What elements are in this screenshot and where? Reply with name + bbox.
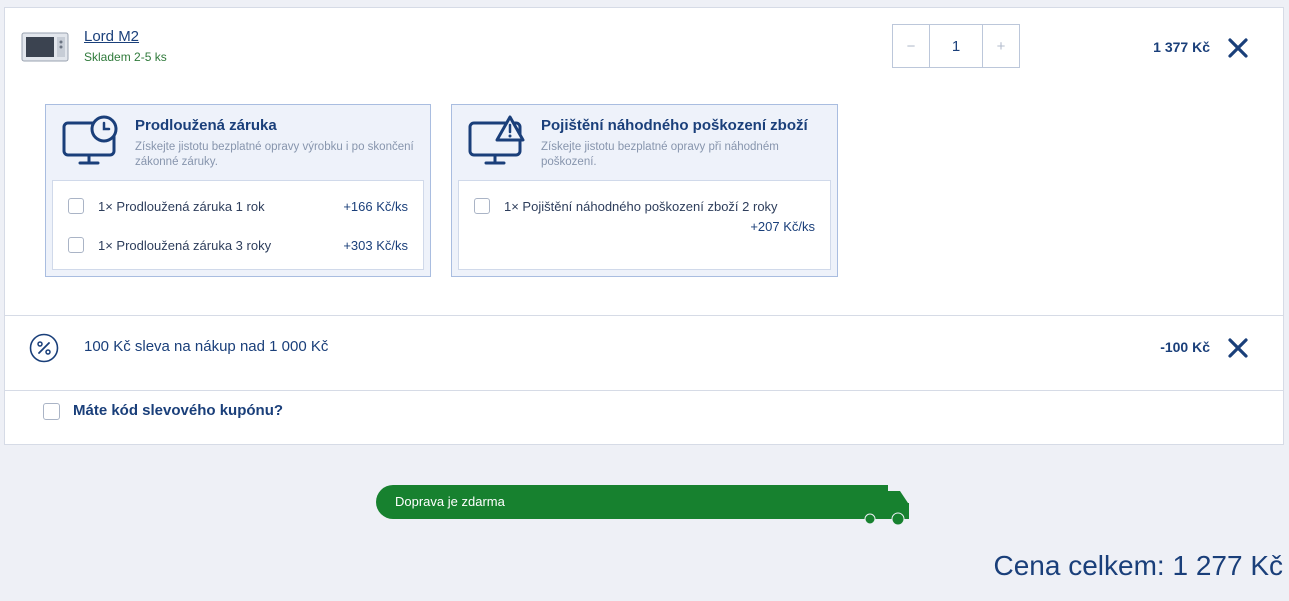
coupon-checkbox[interactable]: [43, 403, 60, 420]
product-thumbnail[interactable]: [21, 30, 69, 64]
option-label: 1× Prodloužená záruka 1 rok: [98, 198, 265, 214]
service-description: Získejte jistotu bezplatné opravy při ná…: [541, 141, 779, 168]
option-label: 1× Pojištění náhodného poškození zboží 2…: [504, 198, 778, 214]
cart-panel: Lord M2 Skladem 2-5 ks − 1 + 1 377 Kč Pr…: [4, 7, 1284, 445]
service-options: 1× Pojištění náhodného poškození zboží 2…: [458, 180, 831, 270]
product-name-link[interactable]: Lord M2: [84, 28, 139, 45]
stock-status: Skladem 2-5 ks: [84, 50, 167, 64]
service-description: Získejte jistotu bezplatné opravy výrobk…: [135, 141, 414, 168]
discount-label: 100 Kč sleva na nákup nad 1 000 Kč: [84, 338, 329, 355]
discount-amount: -100 Kč: [1160, 339, 1210, 355]
extended-warranty-box: Prodloužená záruka Získejte jistotu bezp…: [45, 104, 431, 277]
quantity-decrease-button[interactable]: −: [893, 25, 929, 67]
damage-insurance-box: Pojištění náhodného poškození zboží Získ…: [451, 104, 838, 277]
option-label: 1× Prodloužená záruka 3 roky: [98, 237, 272, 253]
order-total: Cena celkem: 1 277 Kč: [993, 550, 1284, 581]
service-title: Prodloužená záruka: [135, 117, 277, 134]
truck-icon: [862, 485, 909, 525]
warranty-option-3[interactable]: 1× Prodloužená záruka 3 roky: [68, 236, 271, 254]
percent-icon: [29, 333, 59, 363]
option-price: +207 Kč/ks: [750, 219, 815, 234]
remove-discount-icon[interactable]: [1227, 337, 1249, 359]
quantity-input[interactable]: 1: [929, 25, 983, 67]
product-price: 1 377 Kč: [1153, 39, 1210, 55]
coupon-label[interactable]: Máte kód slevového kupónu?: [73, 402, 283, 419]
option-price: +303 Kč/ks: [343, 238, 408, 253]
service-options: 1× Prodloužená záruka 1 rok +166 Kč/ks 1…: [52, 180, 424, 270]
divider: [5, 390, 1283, 391]
option-price: +166 Kč/ks: [343, 199, 408, 214]
warranty-1y-checkbox[interactable]: [68, 198, 84, 214]
insurance-2y-checkbox[interactable]: [474, 198, 490, 214]
quantity-stepper: − 1 +: [892, 24, 1020, 68]
remove-product-icon[interactable]: [1227, 37, 1249, 59]
quantity-increase-button[interactable]: +: [983, 25, 1019, 67]
warranty-option-1[interactable]: 1× Prodloužená záruka 1 rok: [68, 197, 265, 215]
shipping-label: Doprava je zdarma: [395, 494, 505, 509]
warranty-3y-checkbox[interactable]: [68, 237, 84, 253]
divider: [5, 315, 1283, 316]
monitor-warning-icon: [468, 115, 525, 165]
insurance-option-2y[interactable]: 1× Pojištění náhodného poškození zboží 2…: [474, 197, 778, 215]
free-shipping-progress: Doprava je zdarma: [376, 485, 909, 525]
monitor-clock-icon: [62, 115, 118, 165]
service-title: Pojištění náhodného poškození zboží: [541, 117, 808, 134]
